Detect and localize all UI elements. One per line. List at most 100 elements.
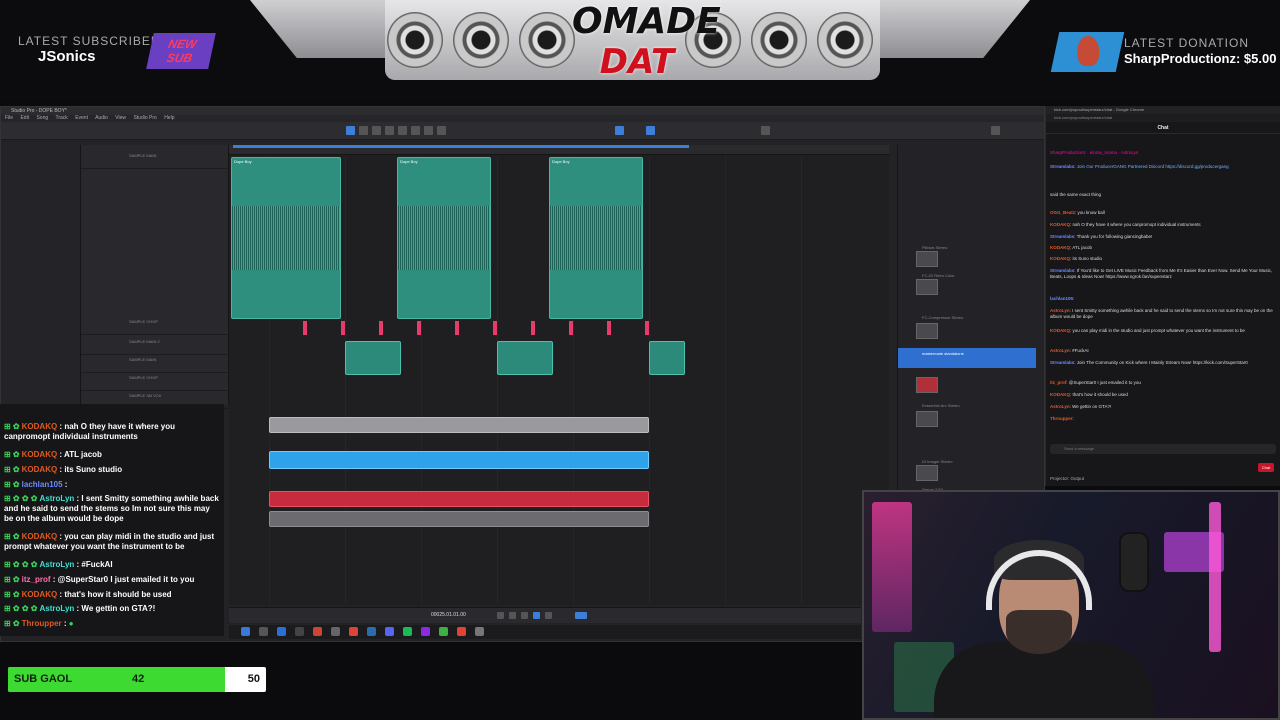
menu-item[interactable]: Audio xyxy=(95,115,108,121)
snap-icon[interactable] xyxy=(615,126,624,135)
app-icon[interactable] xyxy=(349,627,358,636)
chop-marker[interactable] xyxy=(379,321,383,335)
sub-goal-target: 50 xyxy=(247,673,260,685)
browser-item-selected[interactable]: mastermate standalone xyxy=(898,348,1036,368)
browser-item[interactable]: DI Imager Stereo xyxy=(922,459,952,464)
bass-clip[interactable] xyxy=(269,491,649,507)
chop-marker[interactable] xyxy=(341,321,345,335)
app-icon[interactable] xyxy=(313,627,322,636)
chat-message-input[interactable]: Send a message xyxy=(1050,444,1276,454)
projector-label: Projector: Output xyxy=(1050,476,1085,481)
app-icon[interactable] xyxy=(439,627,448,636)
track-header[interactable]: SAMPLE CHOP xyxy=(81,317,229,335)
plugin-thumbnail[interactable] xyxy=(916,279,938,295)
track-header[interactable]: SAMPLE MAIN xyxy=(81,151,229,169)
autoscroll-icon[interactable] xyxy=(646,126,655,135)
track-header[interactable]: SAMPLE MAIN xyxy=(81,355,229,373)
window-layout-icon[interactable] xyxy=(761,126,770,135)
app-icon[interactable] xyxy=(241,627,250,636)
chat-message: KODAKQ: nah O they have it where you can… xyxy=(1050,222,1201,227)
track-name: SAMPLE MAIN xyxy=(129,357,157,362)
track-name: SAMPLE 3M VOX xyxy=(129,393,162,398)
track-header[interactable]: SAMPLE CHOP xyxy=(81,373,229,391)
browser-item[interactable]: Pillows Stereo xyxy=(922,245,947,250)
audio-clip[interactable]: Dope Boy xyxy=(397,157,491,319)
chop-marker[interactable] xyxy=(531,321,535,335)
menu-item[interactable]: View xyxy=(115,115,126,121)
audio-clip[interactable] xyxy=(649,341,685,375)
midi-clip[interactable] xyxy=(269,417,649,433)
menu-item[interactable]: Edit xyxy=(20,115,29,121)
arrow-tool-icon[interactable] xyxy=(346,126,355,135)
browser-item[interactable]: FC-02 Retro Color xyxy=(922,273,955,278)
bend-tool-icon[interactable] xyxy=(424,126,433,135)
plugin-thumbnail[interactable] xyxy=(916,323,938,339)
menu-item[interactable]: Studio Pro xyxy=(133,115,156,121)
pinned-users: SharpProductionz · elorax_mama · AstroLy… xyxy=(1050,150,1139,155)
latest-donation-label: LATEST DONATION xyxy=(1124,36,1250,50)
forward-icon[interactable] xyxy=(509,612,516,619)
chop-marker[interactable] xyxy=(569,321,573,335)
plugin-thumbnail[interactable] xyxy=(916,465,938,481)
menu-item[interactable]: Help xyxy=(164,115,174,121)
audio-clip[interactable] xyxy=(497,341,553,375)
chat-message: Throupper: xyxy=(1050,416,1074,421)
menu-item[interactable]: Track xyxy=(55,115,67,121)
pinned-user[interactable]: AstroLyn xyxy=(1121,150,1139,155)
audio-clip[interactable]: Dope Boy xyxy=(549,157,643,319)
app-icon[interactable] xyxy=(385,627,394,636)
app-icon[interactable] xyxy=(421,627,430,636)
record-icon[interactable] xyxy=(545,612,552,619)
chat-message: KODAKQ: you can play midi in the studio … xyxy=(1050,328,1245,333)
sub-goal-label: SUB GAOL xyxy=(14,673,73,685)
audio-clip[interactable]: Dope Boy xyxy=(231,157,341,319)
app-icon[interactable] xyxy=(259,627,268,636)
app-icon[interactable] xyxy=(403,627,412,636)
speaker-icon xyxy=(453,12,509,68)
pinned-user[interactable]: SharpProductionz xyxy=(1050,150,1086,155)
loop-range[interactable] xyxy=(233,145,689,148)
arrangement-view[interactable]: Dope Boy Dope Boy Dope Boy xyxy=(229,145,889,605)
paint-tool-icon[interactable] xyxy=(398,126,407,135)
play-icon[interactable] xyxy=(533,612,540,619)
app-icon[interactable] xyxy=(475,627,484,636)
track-name: SAMPLE CHOP xyxy=(129,319,158,324)
menu-item[interactable]: Event xyxy=(75,115,88,121)
perc-clip[interactable] xyxy=(269,511,649,527)
range-tool-icon[interactable] xyxy=(359,126,368,135)
chop-marker[interactable] xyxy=(417,321,421,335)
chop-marker[interactable] xyxy=(493,321,497,335)
app-icon[interactable] xyxy=(457,627,466,636)
plugin-thumbnail[interactable] xyxy=(916,251,938,267)
browser-item[interactable]: FC-Compressor Stereo xyxy=(922,315,963,320)
timeline-ruler[interactable] xyxy=(229,145,889,155)
audio-clip[interactable] xyxy=(345,341,401,375)
chop-marker[interactable] xyxy=(607,321,611,335)
mute-tool-icon[interactable] xyxy=(411,126,420,135)
rewind-icon[interactable] xyxy=(497,612,504,619)
track-header[interactable]: SAMPLE MAIN 2 xyxy=(81,337,229,355)
listen-tool-icon[interactable] xyxy=(437,126,446,135)
chop-marker[interactable] xyxy=(455,321,459,335)
settings-icon[interactable] xyxy=(991,126,1000,135)
plugin-thumbnail[interactable] xyxy=(916,377,938,393)
app-icon[interactable] xyxy=(367,627,376,636)
app-icon[interactable] xyxy=(295,627,304,636)
app-icon[interactable] xyxy=(331,627,340,636)
pinned-user[interactable]: elorax_mama xyxy=(1090,150,1117,155)
menu-item[interactable]: Song xyxy=(36,115,48,121)
browser-item[interactable]: Ensemble Arc Stereo xyxy=(922,403,960,408)
chop-marker[interactable] xyxy=(645,321,649,335)
drum-clip[interactable] xyxy=(269,451,649,469)
chat-send-button[interactable]: Chat xyxy=(1258,463,1274,472)
split-tool-icon[interactable] xyxy=(372,126,381,135)
plugin-thumbnail[interactable] xyxy=(916,411,938,427)
menu-item[interactable]: File xyxy=(5,115,13,121)
eraser-tool-icon[interactable] xyxy=(385,126,394,135)
app-icon[interactable] xyxy=(277,627,286,636)
loop-icon[interactable] xyxy=(575,612,587,619)
os-taskbar xyxy=(229,625,861,639)
stop-icon[interactable] xyxy=(521,612,528,619)
chop-marker[interactable] xyxy=(303,321,307,335)
chat-window-url[interactable]: kick.com/popout/supenstarz/chat xyxy=(1046,114,1280,122)
